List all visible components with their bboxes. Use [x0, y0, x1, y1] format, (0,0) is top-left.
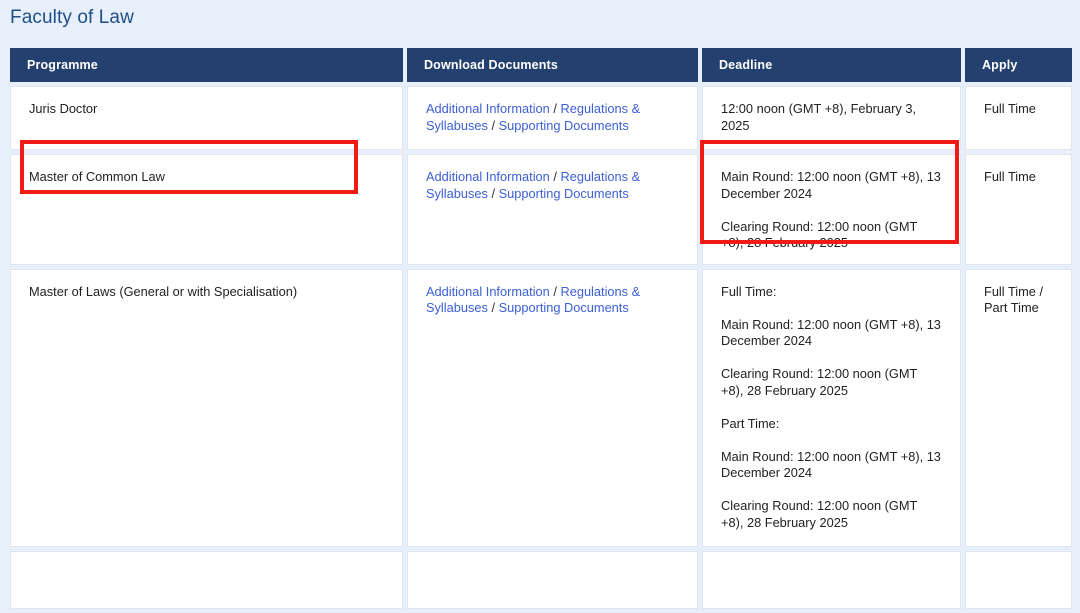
table-row: Juris Doctor Additional Information / Reg…	[10, 86, 1072, 150]
column-header-download-documents: Download Documents	[407, 48, 698, 82]
cell-download-documents: Additional Information / Regulations & S…	[407, 86, 698, 150]
programme-name: Master of Common Law	[29, 169, 165, 184]
document-link-list: Additional Information / Regulations & S…	[426, 101, 679, 134]
deadline-line: Main Round: 12:00 noon (GMT +8), 13 Dece…	[721, 169, 941, 201]
deadline-text: 12:00 noon (GMT +8), February 3, 2025	[721, 101, 942, 134]
apply-mode-line: Part Time	[984, 300, 1039, 315]
table-body: Juris Doctor Additional Information / Reg…	[10, 86, 1072, 609]
link-separator: /	[553, 169, 557, 184]
programme-table: Programme Download Documents Deadline Ap…	[6, 44, 1076, 613]
deadline-text: Full Time: Main Round: 12:00 noon (GMT +8…	[721, 284, 942, 532]
document-link[interactable]: Supporting Documents	[499, 118, 629, 133]
apply-mode-line: Full Time	[984, 169, 1036, 184]
deadline-line: Clearing Round: 12:00 noon (GMT +8), 28 …	[721, 498, 918, 530]
cell-deadline	[702, 550, 961, 609]
cell-programme: Juris Doctor	[10, 86, 403, 150]
column-header-programme: Programme	[10, 48, 403, 82]
link-separator: /	[491, 300, 496, 315]
link-separator: /	[491, 185, 496, 201]
apply-mode-line: Full Time	[984, 101, 1036, 116]
document-link[interactable]: Additional Information	[426, 101, 550, 116]
document-link[interactable]: Additional Information	[426, 284, 550, 299]
document-link[interactable]: Supporting Documents	[499, 300, 629, 315]
document-link[interactable]: Supporting Documents	[499, 186, 629, 201]
column-header-deadline: Deadline	[702, 48, 961, 82]
cell-download-documents: Additional Information / Regulations & S…	[407, 154, 698, 265]
programme-name: Master of Laws (General or with Speciali…	[29, 283, 298, 299]
cell-apply	[965, 550, 1072, 609]
cell-apply: Full Time	[965, 86, 1072, 150]
deadline-line: Clearing Round: 12:00 noon (GMT +8), 28 …	[721, 366, 918, 398]
column-header-apply: Apply	[965, 48, 1072, 82]
deadline-line: 12:00 noon (GMT +8), February 3, 2025	[721, 101, 917, 133]
deadline-line: Main Round: 12:00 noon (GMT +8), 13 Dece…	[721, 448, 941, 481]
cell-programme: Master of Common Law	[10, 154, 403, 265]
cell-programme	[10, 550, 403, 609]
table-header-row: Programme Download Documents Deadline Ap…	[10, 48, 1072, 82]
table-row	[10, 550, 1072, 609]
cell-deadline: Main Round: 12:00 noon (GMT +8), 13 Dece…	[702, 154, 961, 265]
table-row: Master of Common Law Additional Informati…	[10, 154, 1072, 265]
cell-download-documents: Additional Information / Regulations & S…	[407, 268, 698, 547]
document-link-list: Additional Information / Regulations & S…	[426, 169, 679, 202]
apply-mode: Full Time	[984, 101, 1053, 118]
apply-mode-line: Full Time /	[984, 283, 1044, 299]
cell-apply: Full Time	[965, 154, 1072, 265]
apply-mode: Full Time	[984, 169, 1053, 186]
programme-table-container: Programme Download Documents Deadline Ap…	[10, 48, 1072, 613]
cell-deadline: 12:00 noon (GMT +8), February 3, 2025	[702, 86, 961, 150]
deadline-line: Full Time:	[721, 283, 777, 299]
cell-apply: Full Time / Part Time	[965, 268, 1072, 547]
cell-programme: Master of Laws (General or with Speciali…	[10, 268, 403, 547]
deadline-text: Main Round: 12:00 noon (GMT +8), 13 Dece…	[721, 169, 942, 252]
link-separator: /	[553, 101, 557, 116]
link-separator: /	[491, 117, 496, 133]
cell-deadline: Full Time: Main Round: 12:00 noon (GMT +8…	[702, 268, 961, 547]
programme-name: Juris Doctor	[29, 101, 98, 116]
deadline-line: Clearing Round: 12:00 noon (GMT +8), 28 …	[721, 218, 918, 251]
page-root: Faculty of Law Programme Download Docume…	[0, 0, 1080, 609]
apply-mode: Full Time / Part Time	[984, 284, 1053, 317]
table-header: Programme Download Documents Deadline Ap…	[10, 48, 1072, 82]
table-row: Master of Laws (General or with Speciali…	[10, 268, 1072, 547]
page-title: Faculty of Law	[10, 7, 134, 28]
document-link[interactable]: Additional Information	[426, 169, 550, 184]
cell-download-documents	[407, 550, 698, 609]
deadline-line: Part Time:	[721, 415, 780, 431]
link-separator: /	[553, 283, 557, 299]
document-link-list: Additional Information / Regulations & S…	[426, 284, 679, 317]
deadline-line: Main Round: 12:00 noon (GMT +8), 13 Dece…	[721, 316, 941, 349]
